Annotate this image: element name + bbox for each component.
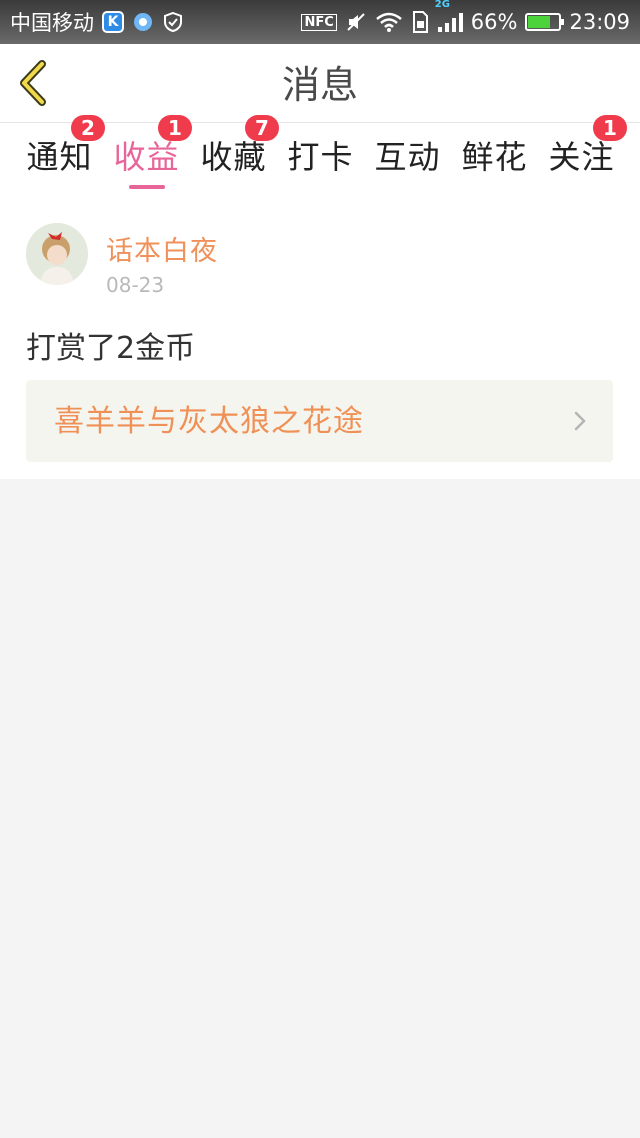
header-bar: 消息 (0, 44, 640, 123)
unread-badge: 7 (245, 115, 279, 141)
status-bar: 中国移动 K NFC 2G 66% 23:09 (0, 0, 640, 44)
sender-name[interactable]: 话本白夜 (106, 229, 218, 268)
clock: 23:09 (569, 10, 630, 34)
tab-label: 打卡 (287, 138, 354, 176)
tab-flowers[interactable]: 鲜花 (451, 123, 538, 191)
tab-earnings[interactable]: 收益 1 (103, 115, 192, 191)
book-title: 喜羊羊与灰太狼之花途 (54, 404, 364, 439)
tab-interaction[interactable]: 互动 (364, 123, 451, 191)
tab-label: 鲜花 (461, 138, 528, 176)
carrier-label: 中国移动 (10, 11, 94, 35)
signal-icon: 2G (435, 0, 463, 33)
tab-bar: 通知 2 收益 1 收藏 7 打卡 互动 鲜花 关注 1 (0, 115, 640, 191)
tab-following[interactable]: 关注 1 (538, 115, 627, 191)
sim-icon (411, 11, 429, 33)
unread-badge: 1 (593, 115, 627, 141)
battery-percent: 66% (470, 10, 518, 34)
book-link[interactable]: 喜羊羊与灰太狼之花途 (26, 380, 613, 462)
battery-icon (525, 13, 565, 31)
tab-favorites[interactable]: 收藏 7 (190, 115, 279, 191)
wifi-icon (375, 11, 403, 33)
chevron-right-icon (574, 411, 586, 431)
message-date: 08-23 (106, 273, 165, 297)
message-item: 话本白夜 08-23 打赏了2金币 喜羊羊与灰太狼之花途 (0, 191, 640, 479)
mute-icon (345, 11, 367, 33)
unread-badge: 2 (71, 115, 105, 141)
tab-label: 互动 (374, 138, 441, 176)
network-type-label: 2G (434, 0, 450, 10)
avatar[interactable] (26, 223, 88, 285)
page-title: 消息 (281, 63, 358, 107)
shield-icon (162, 11, 184, 33)
browser-icon (132, 11, 154, 33)
k-app-icon: K (102, 11, 124, 33)
tab-checkin[interactable]: 打卡 (277, 123, 364, 191)
message-text: 打赏了2金币 (26, 331, 196, 366)
active-tab-indicator (128, 185, 165, 189)
unread-badge: 1 (158, 115, 192, 141)
nfc-icon: NFC (301, 13, 337, 31)
tab-notifications[interactable]: 通知 2 (16, 115, 105, 191)
